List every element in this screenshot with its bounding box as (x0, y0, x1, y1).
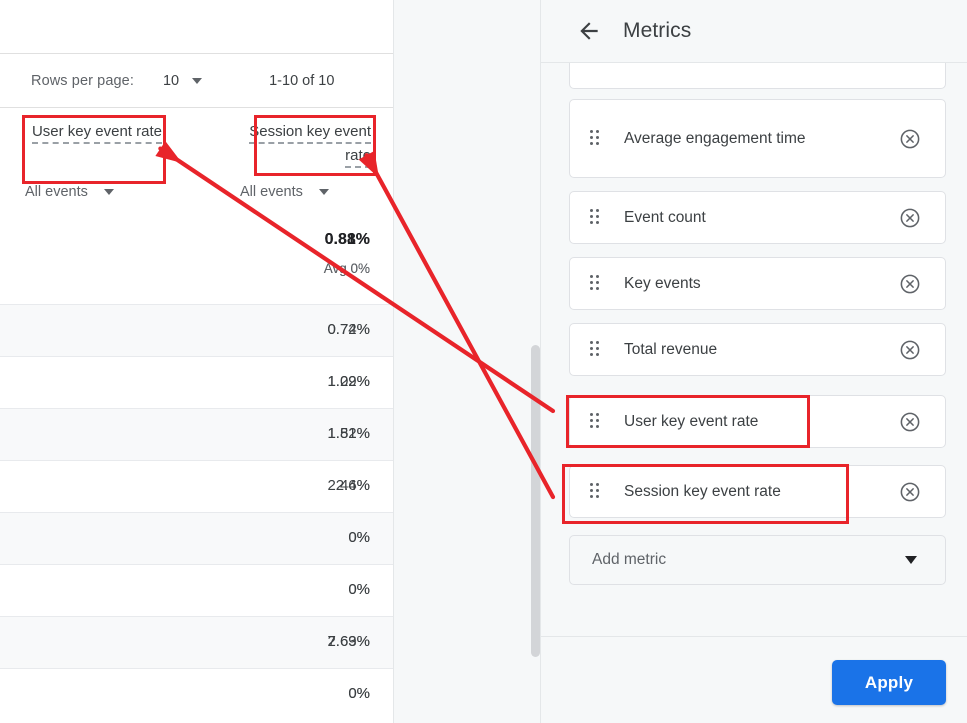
chevron-down-icon (103, 189, 114, 195)
table-row: 1.81% 1.52% (0, 408, 393, 460)
rows-per-page-value: 10 (162, 72, 180, 89)
metrics-scrollbar-track[interactable] (531, 345, 540, 657)
summary-value: 0.81% (324, 231, 370, 248)
metric-label: User key event rate (624, 413, 759, 430)
metric-card[interactable]: Event count (569, 191, 946, 244)
remove-circle-icon[interactable] (899, 411, 921, 433)
metric-label: Session key event rate (624, 483, 781, 500)
drag-handle-icon[interactable] (590, 209, 606, 226)
table-cell-session-key-event-rate: 0% (348, 581, 370, 598)
metrics-list-scroll-area: Average engagement time Event count Key ev… (541, 63, 967, 637)
column-filter-label: All events (25, 184, 88, 200)
metrics-panel-footer: Apply (541, 636, 967, 723)
metric-label: Key events (624, 275, 701, 292)
chevron-down-icon (905, 556, 917, 564)
metric-card[interactable]: Total revenue (569, 323, 946, 376)
chevron-down-icon (318, 189, 329, 195)
column-filter-session-key-event-rate[interactable]: All events (240, 184, 329, 200)
metrics-panel: Metrics Average engagement time Event cou… (540, 0, 967, 723)
pagination-range: 1-10 of 10 (269, 72, 335, 89)
remove-circle-icon[interactable] (899, 339, 921, 361)
metric-card[interactable]: User key event rate (569, 395, 946, 448)
page-title: Metrics (623, 19, 692, 42)
chevron-down-icon (192, 77, 203, 84)
pagination-bar: Rows per page: 10 1-10 of 10 (0, 54, 393, 107)
column-header-label[interactable]: User key event rate (31, 123, 162, 144)
column-header-user-key-event-rate: User key event rate (25, 120, 162, 144)
remove-circle-icon[interactable] (899, 273, 921, 295)
table-row: 0.74% 0.72% (0, 304, 393, 356)
column-header-session-key-event-rate: Session key event rate (240, 120, 371, 168)
table-row: 2.6% 2.44% (0, 460, 393, 512)
back-arrow-icon[interactable] (576, 18, 602, 44)
metric-label: Total revenue (624, 341, 718, 358)
table-cell-session-key-event-rate: 1.02% (327, 373, 370, 390)
column-header-label[interactable]: Session key event rate (249, 123, 371, 168)
table-body: 0.74% 0.72% 1.29% 1.02% 1.81% 1.52% 2.6% 2.44% 0… (0, 304, 393, 720)
column-filter-user-key-event-rate[interactable]: All events (25, 184, 114, 200)
metric-label: Average engagement time (624, 130, 806, 147)
table-cell-session-key-event-rate: 0% (348, 685, 370, 702)
metric-label: Event count (624, 209, 706, 226)
data-table-panel: Rows per page: 10 1-10 of 10 User key ev… (0, 0, 393, 723)
drag-handle-icon[interactable] (590, 483, 606, 500)
drag-handle-icon[interactable] (590, 275, 606, 292)
drag-handle-icon[interactable] (590, 341, 606, 358)
summary-cell-session-key-event-rate: 0.81% Avg 0% (240, 230, 370, 277)
metric-card[interactable]: Session key event rate (569, 465, 946, 518)
drag-handle-icon[interactable] (590, 413, 606, 430)
drag-handle-icon[interactable] (590, 130, 606, 147)
remove-circle-icon[interactable] (899, 128, 921, 150)
table-column-headers: User key event rate Session key event ra… (0, 108, 393, 218)
metrics-panel-header: Metrics (541, 0, 967, 63)
table-cell-session-key-event-rate: 0% (348, 529, 370, 546)
apply-button[interactable]: Apply (832, 660, 946, 705)
table-row: 0% 0% (0, 512, 393, 564)
panel-gutter (393, 0, 541, 723)
table-row: 1.29% 1.02% (0, 356, 393, 408)
table-cell-session-key-event-rate: 2.44% (327, 477, 370, 494)
rows-per-page-label: Rows per page: (31, 72, 134, 89)
table-summary-row: 0.88% Avg 0% 0.81% Avg 0% (0, 230, 393, 304)
table-row: 0% 0% (0, 564, 393, 616)
add-metric-dropdown[interactable]: Add metric (569, 535, 946, 585)
rows-per-page-select[interactable]: 10 (162, 72, 203, 89)
metric-card[interactable]: Key events (569, 257, 946, 310)
table-cell-session-key-event-rate: 2.63% (327, 633, 370, 650)
metric-card-clipped[interactable] (569, 63, 946, 89)
table-cell-session-key-event-rate: 1.52% (327, 425, 370, 442)
metrics-scrollbar-thumb[interactable] (531, 345, 540, 657)
column-filter-label: All events (240, 184, 303, 200)
table-row: 0% 0% (0, 668, 393, 720)
remove-circle-icon[interactable] (899, 481, 921, 503)
add-metric-label: Add metric (592, 551, 667, 568)
summary-average: Avg 0% (323, 261, 370, 276)
table-row: 7.69% 2.63% (0, 616, 393, 668)
remove-circle-icon[interactable] (899, 207, 921, 229)
table-cell-session-key-event-rate: 0.72% (327, 321, 370, 338)
metric-card[interactable]: Average engagement time (569, 99, 946, 178)
